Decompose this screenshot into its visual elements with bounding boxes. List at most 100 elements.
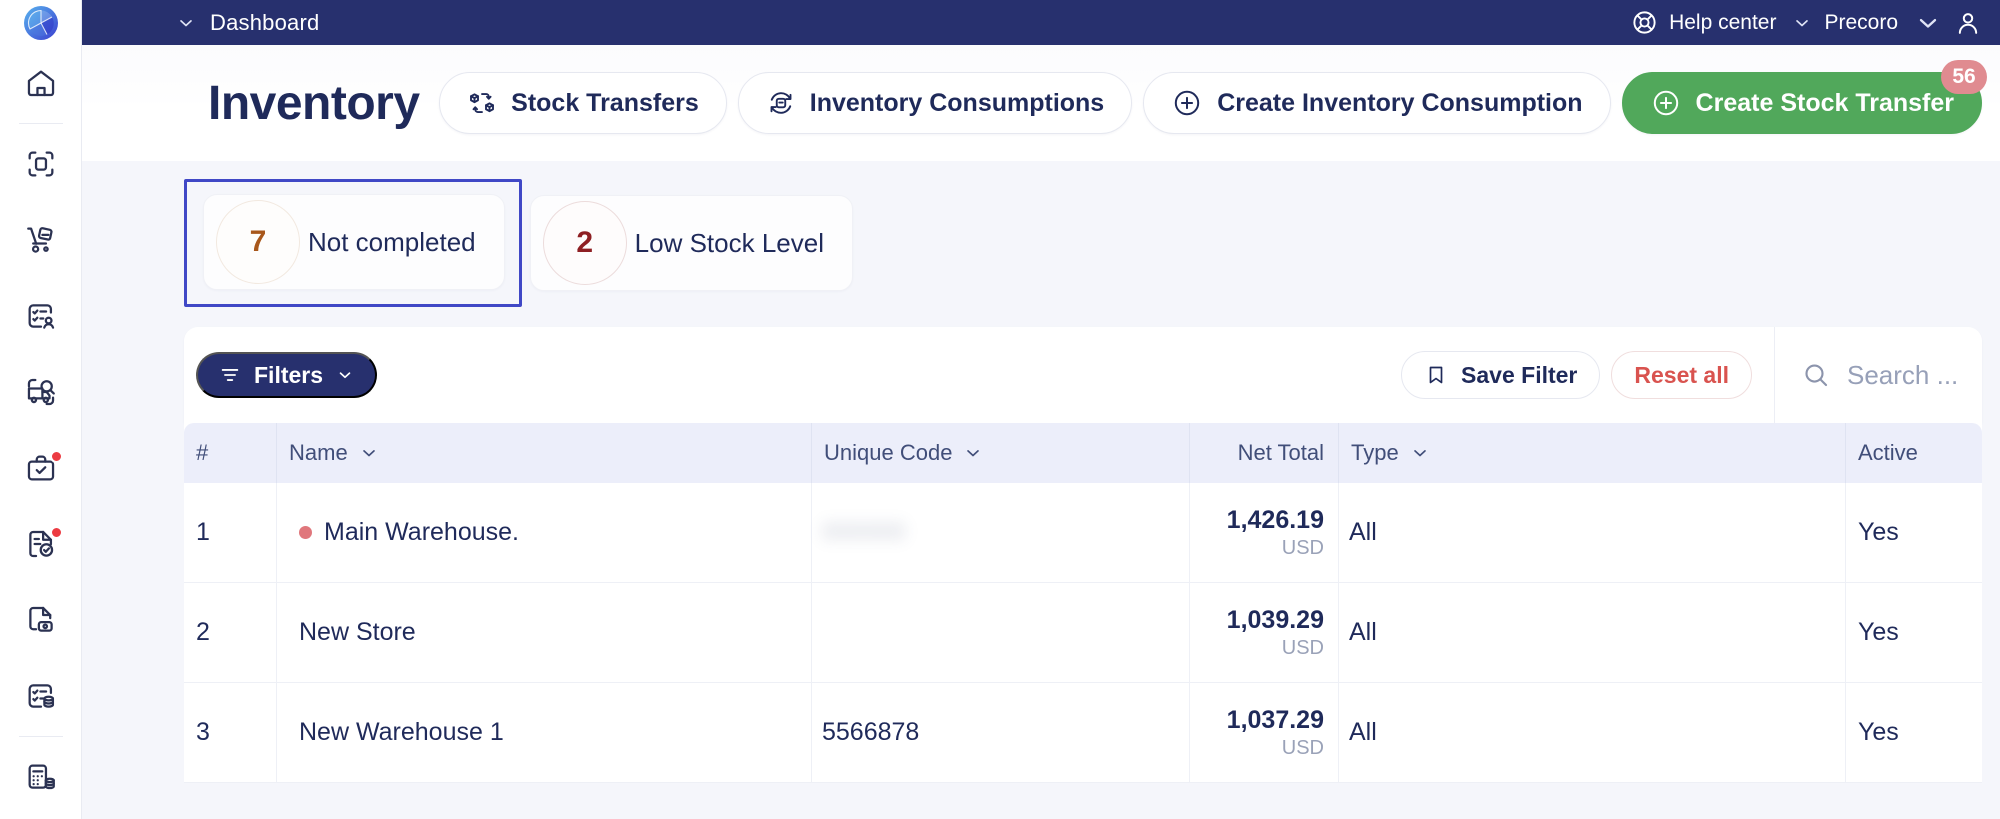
column-header-unique-code[interactable]: Unique Code [811,423,1189,483]
cell-index: 3 [196,718,210,746]
cell-active: Yes [1845,683,1982,782]
sidebar-item-approvals[interactable] [0,430,81,506]
search-input[interactable] [1847,359,1982,391]
sidebar-divider [18,123,63,124]
column-header-net-total: Net Total [1189,423,1338,483]
plus-circle-icon [1175,90,1200,116]
status-dot [299,526,312,539]
app-logo[interactable] [0,0,81,45]
truck-search-icon [27,378,55,406]
cell-active: Yes [1845,483,1982,582]
lifebuoy-icon [1633,11,1656,34]
page-content: 7 Not completed 2 Low Stock Level Filter… [82,161,2000,819]
app-root: Dashboard Help center Precoro Inventory … [0,0,2000,819]
precoro-logo-icon [23,5,58,40]
search-box[interactable] [1774,327,1982,423]
column-header-active: Active [1845,423,1982,483]
save-filter-button[interactable]: Save Filter [1401,351,1601,399]
cell-unique-code [811,583,1189,682]
cell-name[interactable]: Main Warehouse. [276,483,811,582]
cell-net-currency: USD [1281,736,1324,759]
plus-circle-icon [1653,90,1678,116]
help-center-link[interactable]: Help center [1631,9,1776,36]
stock-transfers-button[interactable]: Stock Transfers [439,72,727,134]
column-header-name[interactable]: Name [276,423,811,483]
column-label-index: # [196,440,209,465]
list-user-icon [28,304,54,329]
stat-card-focus-wrapper: 7 Not completed [184,179,522,307]
cell-active: Yes [1845,583,1982,682]
sidebar-item-invoices[interactable] [0,506,81,582]
help-center-label: Help center [1669,10,1777,34]
home-icon [27,70,54,97]
sidebar-item-purchase-requisitions[interactable] [0,202,81,278]
cell-net-amount: 1,037.29 [1226,705,1324,734]
account-menu[interactable] [1914,9,1982,37]
save-filter-label: Save Filter [1461,361,1578,388]
sidebar-badge-dot [50,526,63,539]
column-label-net-total: Net Total [1237,440,1324,465]
search-icon [1805,364,1828,387]
stat-card-not-completed[interactable]: 7 Not completed [203,194,505,290]
sidebar-divider [18,736,63,737]
filter-toolbar: Filters Save Filter Reset all [184,327,1982,423]
org-chevron-down-icon [1792,13,1812,33]
page-header: Inventory Stock Transfers Inventory Cons… [82,45,2000,161]
reset-all-label: Reset all [1634,361,1729,388]
cell-name[interactable]: New Warehouse 1 [276,683,811,782]
main-area: Dashboard Help center Precoro Inventory … [82,0,2000,819]
filters-button[interactable]: Filters [196,352,378,398]
create-stock-transfer-button[interactable]: Create Stock Transfer 56 [1621,60,1987,134]
sidebar-item-documents[interactable] [0,126,81,202]
filters-label: Filters [254,361,324,388]
cell-name-text: New Warehouse 1 [299,718,504,746]
stock-transfers-label: Stock Transfers [511,88,699,117]
cell-name-text: New Store [299,618,416,646]
topbar-menu-label[interactable]: Dashboard [210,10,319,36]
filter-icon [221,369,239,381]
table-row[interactable]: 1 Main Warehouse. 000000 1,426.19 USD Al… [184,483,1982,583]
cell-net-total: 1,426.19 USD [1189,483,1338,582]
create-stock-transfer-label: Create Stock Transfer [1695,88,1954,117]
inventory-consumption-icon [770,92,792,114]
inventory-consumptions-label: Inventory Consumptions [809,88,1105,117]
sort-chevron-down-icon[interactable] [963,443,983,463]
topbar-left: Dashboard [176,10,319,36]
name-cell-wrapper: Main Warehouse. [287,518,519,547]
account-chevron-down-icon [1914,9,1942,37]
chevron-down-icon [339,372,351,379]
bookmark-icon [1429,366,1443,384]
menu-chevron-down-icon[interactable] [176,13,196,33]
table-header-row: # Name Unique Code Net Total Type Active [184,423,1982,483]
stat-count-low-stock-level: 2 [542,201,627,285]
organization-switcher[interactable]: Precoro [1792,11,1898,35]
stat-cards-row: 7 Not completed 2 Low Stock Level [184,161,1982,307]
cell-type: All [1338,583,1845,682]
table-row[interactable]: 3 New Warehouse 1 5566878 1,037.29 USD A… [184,683,1982,783]
cell-unique-code: 000000 [811,483,1189,582]
column-header-type[interactable]: Type [1338,423,1845,483]
sidebar-item-receipts-tracking[interactable] [0,354,81,430]
sidebar-item-budgets[interactable] [0,582,81,658]
column-label-unique-code: Unique Code [824,440,953,465]
inventory-consumptions-button[interactable]: Inventory Consumptions [737,72,1133,134]
inventory-table: # Name Unique Code Net Total Type Active… [184,423,1982,783]
create-inventory-consumption-button[interactable]: Create Inventory Consumption [1143,72,1611,134]
sort-chevron-down-icon[interactable] [359,443,379,463]
cell-name[interactable]: New Store [276,583,811,682]
table-row[interactable]: 2 New Store 1,039.29 USD All Yes [184,583,1982,683]
name-cell-wrapper: New Warehouse 1 [287,718,504,747]
column-label-name: Name [289,440,348,465]
cell-name-text: Main Warehouse. [324,518,519,546]
sidebar-item-suppliers[interactable] [0,278,81,354]
sidebar-item-home[interactable] [0,45,81,121]
reset-all-button[interactable]: Reset all [1611,351,1752,399]
column-header-index: # [184,423,276,483]
stat-card-low-stock-level[interactable]: 2 Low Stock Level [529,195,853,291]
sidebar-item-reports[interactable] [0,739,81,815]
cell-type: All [1338,683,1845,782]
sort-chevron-down-icon[interactable] [1410,443,1430,463]
sidebar-item-inventory[interactable] [0,658,81,734]
document-scan-icon [28,151,53,177]
cell-net-currency: USD [1281,636,1324,659]
